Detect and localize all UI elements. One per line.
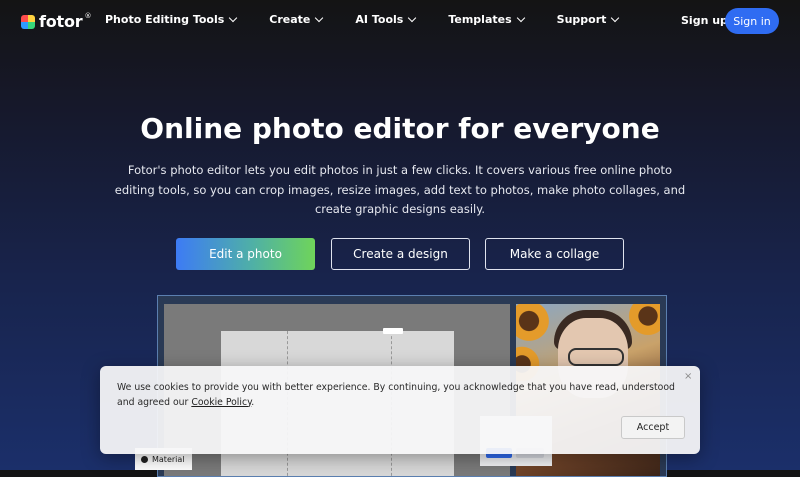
fotor-logo[interactable]: fotor ® bbox=[21, 12, 94, 31]
hero-description: Fotor's photo editor lets you edit photo… bbox=[114, 163, 686, 216]
sign-in-button[interactable]: Sign in bbox=[725, 8, 779, 34]
menu-label: Photo Editing Tools bbox=[105, 13, 225, 26]
sign-up-link[interactable]: Sign up bbox=[681, 14, 728, 27]
sunflower bbox=[516, 304, 552, 344]
material-label: Material bbox=[152, 454, 185, 464]
chevron-down-icon bbox=[611, 13, 620, 23]
glasses bbox=[568, 348, 624, 366]
cookie-banner: We use cookies to provide you with bette… bbox=[100, 366, 700, 454]
chevron-down-icon bbox=[516, 13, 525, 23]
menu-templates[interactable]: Templates bbox=[448, 13, 525, 26]
main-menu: Photo Editing Tools Create AI Tools Temp… bbox=[105, 13, 651, 26]
menu-create[interactable]: Create bbox=[269, 13, 324, 26]
trademark-mark: ® bbox=[84, 11, 92, 20]
fotor-logo-icon bbox=[21, 14, 35, 29]
hero-title: Online photo editor for everyone bbox=[140, 112, 660, 145]
cookie-text: We use cookies to provide you with bette… bbox=[117, 381, 677, 410]
cookie-policy-link[interactable]: Cookie Policy bbox=[191, 397, 251, 408]
accept-cookies-button[interactable]: Accept bbox=[621, 416, 685, 439]
menu-label: Support bbox=[556, 13, 607, 26]
menu-support[interactable]: Support bbox=[556, 13, 620, 26]
menu-label: Create bbox=[269, 13, 311, 26]
create-design-button[interactable]: Create a design bbox=[331, 238, 470, 270]
menu-ai-tools[interactable]: AI Tools bbox=[355, 13, 417, 26]
cookie-period: . bbox=[251, 396, 255, 408]
chevron-down-icon bbox=[315, 13, 324, 23]
crop-handle bbox=[383, 328, 403, 334]
make-collage-button[interactable]: Make a collage bbox=[485, 238, 624, 270]
chevron-down-icon bbox=[229, 13, 238, 23]
menu-photo-editing-tools[interactable]: Photo Editing Tools bbox=[105, 13, 238, 26]
menu-label: Templates bbox=[448, 13, 512, 26]
edit-photo-button[interactable]: Edit a photo bbox=[176, 238, 315, 270]
menu-label: AI Tools bbox=[355, 13, 404, 26]
sunflower bbox=[626, 304, 660, 338]
material-icon bbox=[141, 455, 148, 463]
logo-text: fotor bbox=[39, 12, 83, 31]
top-nav: fotor ® Photo Editing Tools Create AI To… bbox=[0, 0, 800, 42]
chevron-down-icon bbox=[408, 13, 417, 23]
close-icon[interactable]: × bbox=[684, 371, 692, 382]
